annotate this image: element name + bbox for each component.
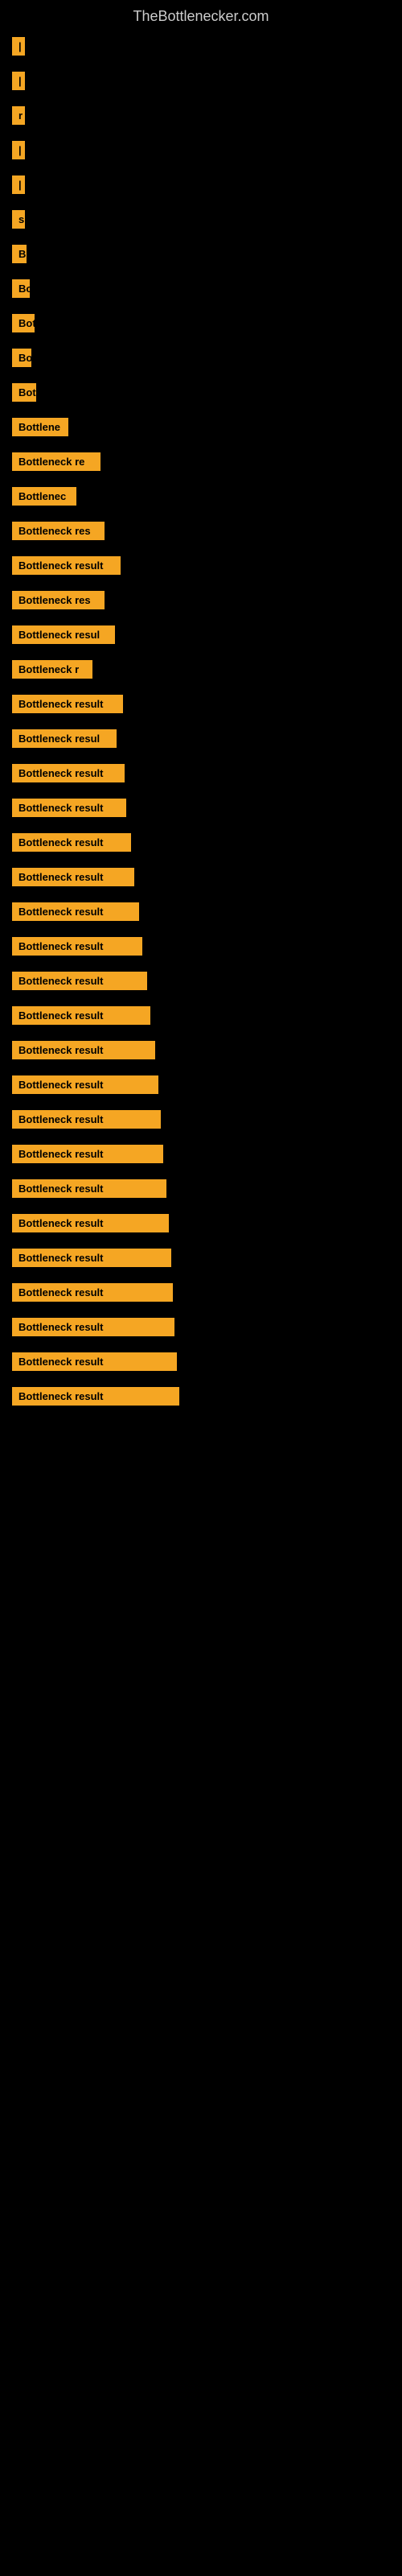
- bottleneck-bar-28: Bottleneck result: [12, 972, 147, 990]
- bar-row-40: Bottleneck result: [12, 1387, 390, 1412]
- bar-row-3: r: [12, 106, 390, 131]
- bottleneck-bar-15: Bottleneck res: [12, 522, 105, 540]
- bottleneck-bar-5: |: [12, 175, 25, 194]
- bottleneck-bar-35: Bottleneck result: [12, 1214, 169, 1232]
- bar-row-14: Bottlenec: [12, 487, 390, 512]
- bottleneck-bar-12: Bottlene: [12, 418, 68, 436]
- bottleneck-bar-30: Bottleneck result: [12, 1041, 155, 1059]
- bar-row-18: Bottleneck resul: [12, 625, 390, 650]
- bottleneck-bar-1: |: [12, 37, 25, 56]
- bottleneck-bar-21: Bottleneck resul: [12, 729, 117, 748]
- bottleneck-bar-32: Bottleneck result: [12, 1110, 161, 1129]
- bottleneck-bar-4: |: [12, 141, 25, 159]
- bar-row-5: |: [12, 175, 390, 200]
- bottleneck-bar-22: Bottleneck result: [12, 764, 125, 782]
- bottleneck-bar-7: B: [12, 245, 27, 263]
- bar-row-8: Bo: [12, 279, 390, 304]
- bar-row-38: Bottleneck result: [12, 1318, 390, 1343]
- bar-row-37: Bottleneck result: [12, 1283, 390, 1308]
- bar-row-17: Bottleneck res: [12, 591, 390, 616]
- bottleneck-bar-18: Bottleneck resul: [12, 625, 115, 644]
- bottleneck-bar-9: Bot: [12, 314, 35, 332]
- bar-row-36: Bottleneck result: [12, 1249, 390, 1274]
- bottleneck-bar-39: Bottleneck result: [12, 1352, 177, 1371]
- bottleneck-bar-16: Bottleneck result: [12, 556, 121, 575]
- bottleneck-bar-17: Bottleneck res: [12, 591, 105, 609]
- bottleneck-bar-40: Bottleneck result: [12, 1387, 179, 1406]
- bottleneck-bar-36: Bottleneck result: [12, 1249, 171, 1267]
- bottleneck-bar-31: Bottleneck result: [12, 1075, 158, 1094]
- bar-row-24: Bottleneck result: [12, 833, 390, 858]
- bar-row-10: Bo: [12, 349, 390, 374]
- bar-row-33: Bottleneck result: [12, 1145, 390, 1170]
- bar-row-9: Bot: [12, 314, 390, 339]
- bar-row-1: |: [12, 37, 390, 62]
- bottleneck-bar-37: Bottleneck result: [12, 1283, 173, 1302]
- bar-row-2: |: [12, 72, 390, 97]
- bar-row-26: Bottleneck result: [12, 902, 390, 927]
- bar-row-20: Bottleneck result: [12, 695, 390, 720]
- bar-row-11: Bot: [12, 383, 390, 408]
- bar-row-16: Bottleneck result: [12, 556, 390, 581]
- bottleneck-bar-19: Bottleneck r: [12, 660, 92, 679]
- bar-row-22: Bottleneck result: [12, 764, 390, 789]
- bar-row-29: Bottleneck result: [12, 1006, 390, 1031]
- bar-row-27: Bottleneck result: [12, 937, 390, 962]
- bottleneck-bar-29: Bottleneck result: [12, 1006, 150, 1025]
- bar-row-4: |: [12, 141, 390, 166]
- bar-row-13: Bottleneck re: [12, 452, 390, 477]
- bottleneck-bar-33: Bottleneck result: [12, 1145, 163, 1163]
- bar-row-21: Bottleneck resul: [12, 729, 390, 754]
- bar-row-12: Bottlene: [12, 418, 390, 443]
- bar-row-32: Bottleneck result: [12, 1110, 390, 1135]
- bottleneck-bar-14: Bottlenec: [12, 487, 76, 506]
- bottleneck-bar-10: Bo: [12, 349, 31, 367]
- bar-row-34: Bottleneck result: [12, 1179, 390, 1204]
- content-area: | | r | | sB Bo Bot Bo Bot Bottlene Bottleneck re Bo…: [0, 29, 402, 1430]
- bottleneck-bar-26: Bottleneck result: [12, 902, 139, 921]
- bar-row-28: Bottleneck result: [12, 972, 390, 997]
- bar-row-25: Bottleneck result: [12, 868, 390, 893]
- bottleneck-bar-23: Bottleneck result: [12, 799, 126, 817]
- bottleneck-bar-25: Bottleneck result: [12, 868, 134, 886]
- bottleneck-bar-38: Bottleneck result: [12, 1318, 174, 1336]
- bottleneck-bar-34: Bottleneck result: [12, 1179, 166, 1198]
- bottleneck-bar-8: Bo: [12, 279, 30, 298]
- bar-row-6: s: [12, 210, 390, 235]
- bar-row-31: Bottleneck result: [12, 1075, 390, 1100]
- bar-row-23: Bottleneck result: [12, 799, 390, 824]
- bottleneck-bar-27: Bottleneck result: [12, 937, 142, 956]
- bar-row-39: Bottleneck result: [12, 1352, 390, 1377]
- bottleneck-bar-11: Bot: [12, 383, 36, 402]
- bottleneck-bar-20: Bottleneck result: [12, 695, 123, 713]
- bottleneck-bar-6: s: [12, 210, 25, 229]
- bar-row-7: B: [12, 245, 390, 270]
- bottleneck-bar-13: Bottleneck re: [12, 452, 100, 471]
- bottleneck-bar-3: r: [12, 106, 25, 125]
- bar-row-19: Bottleneck r: [12, 660, 390, 685]
- bar-row-35: Bottleneck result: [12, 1214, 390, 1239]
- bottleneck-bar-2: |: [12, 72, 25, 90]
- bar-row-15: Bottleneck res: [12, 522, 390, 547]
- bar-row-30: Bottleneck result: [12, 1041, 390, 1066]
- site-title: TheBottlenecker.com: [0, 0, 402, 29]
- bottleneck-bar-24: Bottleneck result: [12, 833, 131, 852]
